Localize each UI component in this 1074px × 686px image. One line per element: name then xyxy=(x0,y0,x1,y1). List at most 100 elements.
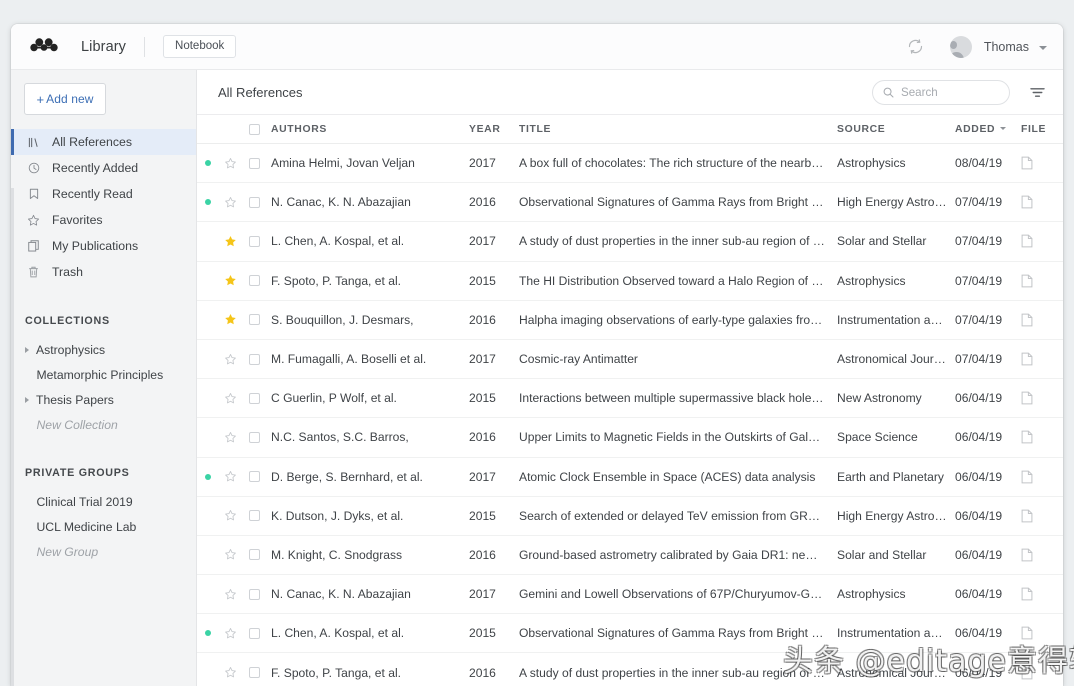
document-icon[interactable] xyxy=(1021,156,1063,170)
document-icon[interactable] xyxy=(1021,587,1063,601)
row-checkbox-cell[interactable] xyxy=(241,314,271,326)
row-checkbox[interactable] xyxy=(249,431,260,443)
favorite-star-icon[interactable] xyxy=(219,509,241,522)
cell-title[interactable]: Observational Signatures of Gamma Rays f… xyxy=(519,626,837,640)
row-checkbox[interactable] xyxy=(249,627,260,639)
sidebar-collection-thesis-papers[interactable]: Thesis Papers xyxy=(11,387,196,412)
user-name[interactable]: Thomas xyxy=(984,40,1029,54)
table-row[interactable]: C Guerlin, P Wolf, et al. 2015 Interaction… xyxy=(197,379,1063,419)
row-checkbox-cell[interactable] xyxy=(241,471,271,483)
document-icon[interactable] xyxy=(1021,548,1063,562)
document-icon[interactable] xyxy=(1021,195,1063,209)
favorite-star-icon[interactable] xyxy=(219,548,241,561)
row-checkbox[interactable] xyxy=(249,588,260,600)
sidebar-item-my-publications[interactable]: My Publications xyxy=(11,233,196,259)
table-row[interactable]: N.C. Santos, S.C. Barros, 2016 Upper Limit… xyxy=(197,418,1063,458)
cell-title[interactable]: Gemini and Lowell Observations of 67P/Ch… xyxy=(519,587,837,601)
cell-title[interactable]: A study of dust properties in the inner … xyxy=(519,666,837,680)
table-row[interactable]: F. Spoto, P. Tanga, et al. 2015 The HI Dis… xyxy=(197,262,1063,301)
mendeley-logo-icon[interactable] xyxy=(29,36,59,58)
favorite-star-icon[interactable] xyxy=(219,235,241,248)
sidebar-group-ucl-medicine-lab[interactable]: UCL Medicine Lab xyxy=(11,514,196,539)
cell-title[interactable]: Atomic Clock Ensemble in Space (ACES) da… xyxy=(519,470,837,484)
sidebar-item-favorites[interactable]: Favorites xyxy=(11,207,196,233)
sidebar-item-recently-added[interactable]: Recently Added xyxy=(11,155,196,181)
favorite-star-icon[interactable] xyxy=(219,313,241,326)
document-icon[interactable] xyxy=(1021,666,1063,680)
row-checkbox[interactable] xyxy=(249,667,260,679)
row-checkbox[interactable] xyxy=(249,392,260,404)
row-checkbox[interactable] xyxy=(249,157,260,169)
cell-title[interactable]: The HI Distribution Observed toward a Ha… xyxy=(519,274,837,288)
favorite-star-icon[interactable] xyxy=(219,353,241,366)
sidebar-group-clinical-trial-2019[interactable]: Clinical Trial 2019 xyxy=(11,489,196,514)
row-checkbox-cell[interactable] xyxy=(241,510,271,522)
row-checkbox[interactable] xyxy=(249,471,260,483)
favorite-star-icon[interactable] xyxy=(219,470,241,483)
filter-icon[interactable] xyxy=(1027,81,1047,103)
column-header-added[interactable]: ADDED xyxy=(955,124,1021,135)
table-row[interactable]: F. Spoto, P. Tanga, et al. 2016 A study of… xyxy=(197,653,1063,686)
document-icon[interactable] xyxy=(1021,391,1063,405)
table-row[interactable]: N. Canac, K. N. Abazajian 2017 Gemini and … xyxy=(197,575,1063,615)
column-header-authors[interactable]: AUTHORS xyxy=(271,124,469,135)
column-header-file[interactable]: FILE xyxy=(1021,124,1063,135)
chevron-down-icon[interactable] xyxy=(1039,45,1047,50)
table-row[interactable]: Amina Helmi, Jovan Veljan 2017 A box full … xyxy=(197,144,1063,184)
document-icon[interactable] xyxy=(1021,274,1063,288)
row-checkbox-cell[interactable] xyxy=(241,392,271,404)
table-row[interactable]: M. Knight, C. Snodgrass 2016 Ground-based … xyxy=(197,536,1063,576)
row-checkbox-cell[interactable] xyxy=(241,235,271,247)
favorite-star-icon[interactable] xyxy=(219,196,241,209)
row-checkbox-cell[interactable] xyxy=(241,196,271,208)
cell-title[interactable]: Halpha imaging observations of early-typ… xyxy=(519,313,837,327)
sidebar-item-trash[interactable]: Trash xyxy=(11,259,196,285)
sidebar-item-all-references[interactable]: All References xyxy=(11,129,196,155)
new-collection-button[interactable]: New Collection xyxy=(11,412,196,437)
cell-title[interactable]: Observational Signatures of Gamma Rays f… xyxy=(519,195,837,209)
cell-title[interactable]: Search of extended or delayed TeV emissi… xyxy=(519,509,837,523)
row-checkbox[interactable] xyxy=(249,353,260,365)
cell-title[interactable]: Interactions between multiple supermassi… xyxy=(519,391,837,405)
row-checkbox-cell[interactable] xyxy=(241,431,271,443)
document-icon[interactable] xyxy=(1021,626,1063,640)
column-header-year[interactable]: YEAR xyxy=(469,124,519,135)
table-row[interactable]: K. Dutson, J. Dyks, et al. 2015 Search of … xyxy=(197,497,1063,536)
cell-title[interactable]: Ground-based astrometry calibrated by Ga… xyxy=(519,548,837,562)
document-icon[interactable] xyxy=(1021,234,1063,248)
notebook-button[interactable]: Notebook xyxy=(163,34,237,59)
favorite-star-icon[interactable] xyxy=(219,157,241,170)
cell-title[interactable]: Upper Limits to Magnetic Fields in the O… xyxy=(519,430,837,444)
avatar[interactable] xyxy=(949,35,972,58)
row-checkbox-cell[interactable] xyxy=(241,588,271,600)
row-checkbox-cell[interactable] xyxy=(241,667,271,679)
row-checkbox-cell[interactable] xyxy=(241,353,271,365)
chevron-right-icon[interactable] xyxy=(25,346,29,353)
cell-title[interactable]: Cosmic-ray Antimatter xyxy=(519,352,837,366)
document-icon[interactable] xyxy=(1021,430,1063,444)
row-checkbox-cell[interactable] xyxy=(241,627,271,639)
column-header-source[interactable]: SOURCE xyxy=(837,124,955,135)
table-row[interactable]: D. Berge, S. Bernhard, et al. 2017 Atomic … xyxy=(197,458,1063,497)
document-icon[interactable] xyxy=(1021,470,1063,484)
row-checkbox[interactable] xyxy=(249,196,260,208)
sidebar-collection-astrophysics[interactable]: Astrophysics xyxy=(11,337,196,362)
favorite-star-icon[interactable] xyxy=(219,392,241,405)
row-checkbox[interactable] xyxy=(249,314,260,326)
column-header-title[interactable]: TITLE xyxy=(519,124,837,135)
cell-title[interactable]: A box full of chocolates: The rich struc… xyxy=(519,156,837,170)
row-checkbox-cell[interactable] xyxy=(241,157,271,169)
document-icon[interactable] xyxy=(1021,509,1063,523)
table-row[interactable]: N. Canac, K. N. Abazajian 2016 Observation… xyxy=(197,183,1063,223)
table-row[interactable]: S. Bouquillon, J. Desmars, 2016 Halpha ima… xyxy=(197,301,1063,340)
table-row[interactable]: L. Chen, A. Kospal, et al. 2015 Observatio… xyxy=(197,614,1063,654)
select-all-checkbox-cell[interactable] xyxy=(241,123,271,135)
add-new-button[interactable]: + Add new xyxy=(24,83,106,115)
row-checkbox[interactable] xyxy=(249,275,260,287)
row-checkbox[interactable] xyxy=(249,235,260,247)
favorite-star-icon[interactable] xyxy=(219,431,241,444)
chevron-right-icon[interactable] xyxy=(25,396,29,403)
favorite-star-icon[interactable] xyxy=(219,666,241,679)
new-group-button[interactable]: New Group xyxy=(11,539,196,564)
sidebar-item-recently-read[interactable]: Recently Read xyxy=(11,181,196,207)
